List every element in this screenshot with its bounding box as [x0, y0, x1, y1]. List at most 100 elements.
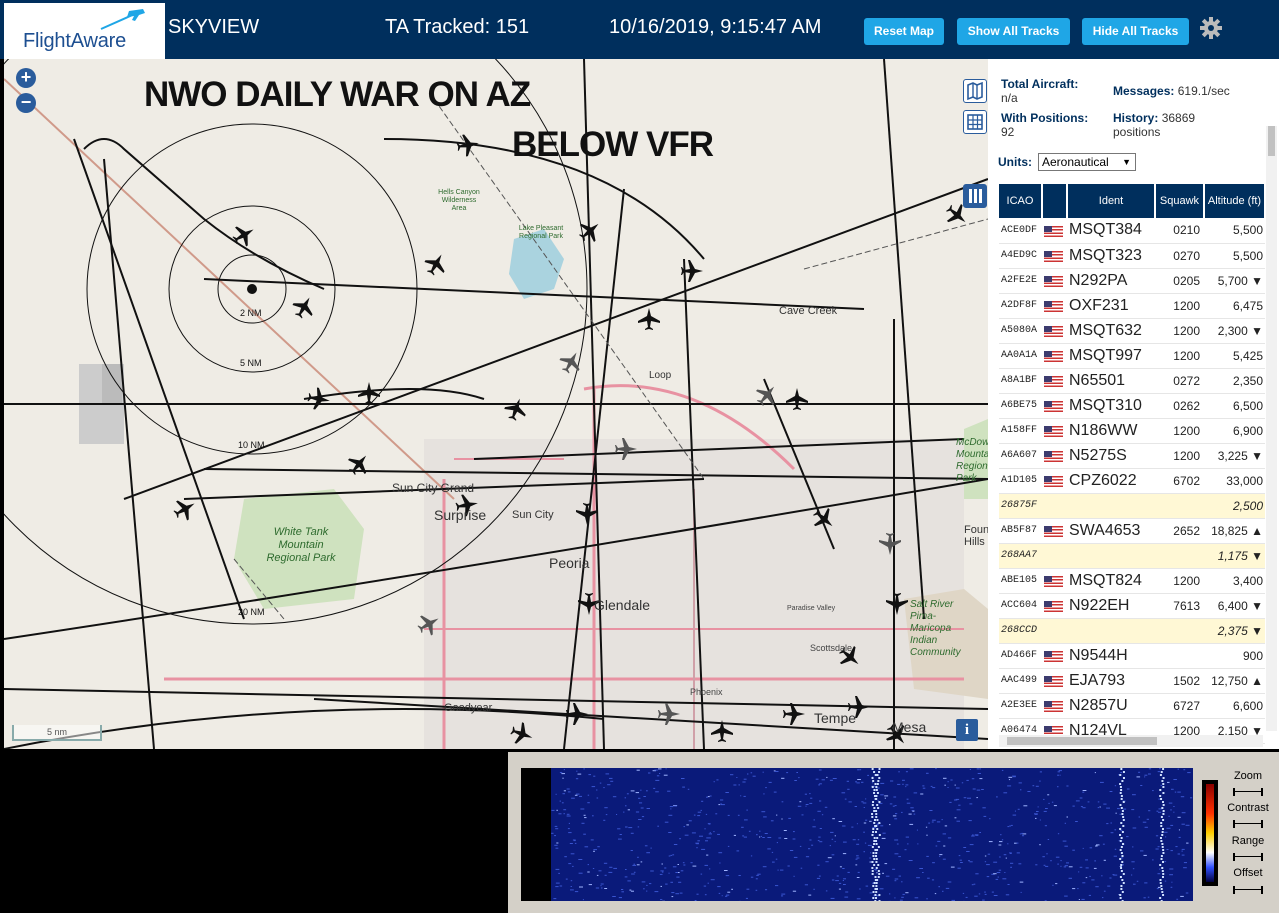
aircraft-row[interactable]: A2E3EE N2857U 6727 6,600 [999, 693, 1265, 719]
ident-cell: MSQT384 [1067, 218, 1155, 244]
aircraft-row[interactable]: AA0A1A MSQT997 1200 5,425 [999, 343, 1265, 369]
altitude-cell: 3,400 [1204, 568, 1265, 594]
icao-cell: ABE105 [999, 568, 1042, 594]
place-label: Goodyear [444, 702, 493, 714]
range-slider[interactable] [1233, 853, 1263, 861]
aircraft-row[interactable]: A6A607 N5275S 1200 3,225 ▼ [999, 443, 1265, 469]
scrollbar-thumb[interactable] [1007, 737, 1157, 745]
place-label: Cave Creek [779, 305, 838, 317]
table-vertical-scrollbar[interactable] [1266, 126, 1277, 731]
aircraft-row[interactable]: 26875F 2,500 [999, 493, 1265, 519]
altitude-cell: 2,375 ▼ [1204, 618, 1265, 644]
map-view[interactable]: 2 NM 5 NM 10 NM 20 NM Cave Creek Sun Cit… [4, 59, 988, 749]
messages-label: Messages: [1113, 84, 1175, 98]
squawk-cell: 0210 [1155, 218, 1204, 244]
info-icon[interactable]: i [956, 719, 978, 741]
flag-cell [1042, 543, 1067, 569]
aircraft-row[interactable]: A8A1BF N65501 0272 2,350 [999, 368, 1265, 394]
col-header-squawk[interactable]: Squawk [1155, 184, 1205, 218]
total-aircraft-label: Total Aircraft: [1001, 77, 1079, 91]
altitude-cell: 6,400 ▼ [1204, 593, 1265, 619]
squawk-cell: 2652 [1155, 518, 1204, 544]
place-label: Hells Canyon Wilderness Area [438, 189, 480, 212]
col-header-altitude[interactable]: Altitude (ft) [1204, 184, 1266, 218]
offset-label: Offset [1233, 867, 1263, 879]
aircraft-row[interactable]: ABE105 MSQT824 1200 3,400 [999, 568, 1265, 594]
squawk-cell: 7613 [1155, 593, 1204, 619]
us-flag-icon [1044, 275, 1063, 287]
positions-value: 92 [1001, 125, 1015, 139]
icao-cell: AD466F [999, 643, 1042, 669]
squawk-cell: 1200 [1155, 443, 1204, 469]
zoom-slider[interactable] [1233, 788, 1263, 796]
aircraft-row[interactable]: A2DF8F OXF231 1200 6,475 [999, 293, 1265, 319]
minus-icon: − [20, 92, 32, 112]
logo-plane-icon [100, 9, 145, 30]
ident-cell: N2857U [1067, 693, 1155, 719]
ident-cell: MSQT997 [1067, 343, 1155, 369]
aircraft-row[interactable]: A2FE2E N292PA 0205 5,700 ▼ [999, 268, 1265, 294]
zoom-out-button[interactable]: − [16, 93, 36, 113]
aircraft-row[interactable]: A4ED9C MSQT323 0270 5,500 [999, 243, 1265, 269]
ident-cell: N9544H [1067, 643, 1155, 669]
flag-cell [1042, 493, 1067, 519]
aircraft-row[interactable]: A5080A MSQT632 1200 2,300 ▼ [999, 318, 1265, 344]
aircraft-row[interactable]: ACE0DF MSQT384 0210 5,500 [999, 218, 1265, 244]
aircraft-row[interactable]: AAC499 EJA793 1502 12,750 ▲ [999, 668, 1265, 694]
altitude-cell: 6,500 [1204, 393, 1265, 419]
ident-cell: MSQT323 [1067, 243, 1155, 269]
reset-map-button[interactable]: Reset Map [864, 18, 944, 45]
place-label: Scottsdale [810, 643, 853, 653]
us-flag-icon [1044, 675, 1063, 687]
altitude-cell: 3,225 ▼ [1204, 443, 1265, 469]
squawk-cell [1155, 643, 1204, 669]
us-flag-icon [1044, 700, 1063, 712]
col-header-flag[interactable] [1042, 184, 1068, 218]
map-icon [967, 81, 983, 101]
squawk-cell: 1200 [1155, 343, 1204, 369]
aircraft-row[interactable]: A1D105 CPZ6022 6702 33,000 [999, 468, 1265, 494]
us-flag-icon [1044, 600, 1063, 612]
ident-cell: N922EH [1067, 593, 1155, 619]
place-label: Mesa [892, 719, 927, 735]
col-header-ident[interactable]: Ident [1067, 184, 1156, 218]
ident-cell: MSQT310 [1067, 393, 1155, 419]
ident-cell [1067, 618, 1155, 644]
units-select[interactable]: Aeronautical ▼ [1038, 153, 1136, 171]
squawk-cell: 0272 [1155, 368, 1204, 394]
aircraft-row[interactable]: A158FF N186WW 1200 6,900 [999, 418, 1265, 444]
scrollbar-thumb[interactable] [1268, 126, 1275, 156]
us-flag-icon [1044, 225, 1063, 237]
us-flag-icon [1044, 425, 1063, 437]
ident-cell: SWA4653 [1067, 518, 1155, 544]
icao-cell: A158FF [999, 418, 1042, 444]
aircraft-row[interactable]: ACC604 N922EH 7613 6,400 ▼ [999, 593, 1265, 619]
flightaware-logo[interactable]: FlightAware [4, 3, 165, 59]
hide-all-tracks-button[interactable]: Hide All Tracks [1082, 18, 1189, 45]
contrast-slider[interactable] [1233, 820, 1263, 828]
sidebar-toggle-button[interactable] [963, 184, 987, 208]
col-header-icao[interactable]: ICAO [999, 184, 1043, 218]
aircraft-row[interactable]: AB5F87 SWA4653 2652 18,825 ▲ [999, 518, 1265, 544]
aircraft-row[interactable]: 268AA7 1,175 ▼ [999, 543, 1265, 569]
show-all-tracks-button[interactable]: Show All Tracks [957, 18, 1070, 45]
altitude-cell: 2,300 ▼ [1204, 318, 1265, 344]
blank-panel [0, 752, 508, 913]
altitude-cell: 1,175 ▼ [1204, 543, 1265, 569]
altitude-cell: 6,600 [1204, 693, 1265, 719]
offset-slider[interactable] [1233, 886, 1263, 894]
altitude-cell: 2,500 [1204, 493, 1265, 519]
gear-icon[interactable] [1199, 16, 1223, 40]
altitude-cell: 33,000 [1204, 468, 1265, 494]
table-horizontal-scrollbar[interactable] [999, 735, 1263, 747]
zoom-in-button[interactable]: + [16, 68, 36, 88]
color-scale [1202, 780, 1218, 886]
flag-cell [1042, 318, 1067, 344]
grid-toggle-button[interactable] [963, 110, 987, 134]
aircraft-row[interactable]: A6BE75 MSQT310 0262 6,500 [999, 393, 1265, 419]
us-flag-icon [1044, 650, 1063, 662]
aircraft-row[interactable]: AD466F N9544H 900 [999, 643, 1265, 669]
squawk-cell: 1200 [1155, 568, 1204, 594]
map-layers-button[interactable] [963, 79, 987, 103]
aircraft-row[interactable]: 268CCD 2,375 ▼ [999, 618, 1265, 644]
